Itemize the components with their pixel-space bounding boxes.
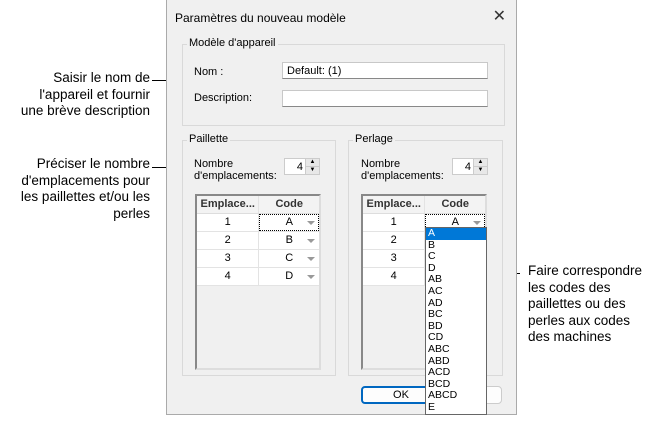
dropdown-option[interactable]: BC [426,309,486,321]
annotation-line: l'appareil et fournir [39,86,150,102]
spin-up-icon[interactable]: ▲ [474,159,487,167]
code-cell[interactable]: D [259,268,319,285]
spin-down-icon[interactable]: ▼ [306,167,319,175]
dropdown-option[interactable]: ACD [426,367,486,379]
slot-cell: 1 [363,214,426,231]
sequin-count-label: Nombre d'emplacements: [194,158,277,182]
chevron-down-icon[interactable] [307,275,315,279]
description-input[interactable] [282,90,488,107]
sequin-code-grid: Emplace... Code 1A 2B 3C 4D [195,194,321,370]
code-value: A [285,216,293,228]
dropdown-option[interactable]: ABCD [426,390,486,402]
slot-cell: 2 [197,232,260,249]
code-cell[interactable]: B [259,232,319,249]
new-model-dialog: Paramètres du nouveau modèle ✕ Modèle d'… [166,0,517,415]
chevron-down-icon[interactable] [307,239,315,243]
table-row: 4D [197,268,319,286]
dropdown-option[interactable]: AC [426,285,486,298]
slot-cell: 1 [197,214,260,231]
annotation-line: paillettes ou des [528,296,626,311]
slot-cell: 4 [363,268,426,285]
annotation-line: les codes des [528,279,611,295]
dialog-title: Paramètres du nouveau modèle [175,11,346,25]
stepper-value: 4 [464,161,471,173]
annotation-line: une brève description [20,103,150,118]
dropdown-option[interactable]: A [426,227,486,240]
sequin-group-label: Paillette [187,133,231,145]
code-cell[interactable]: A [259,214,319,231]
sequin-count-stepper[interactable]: 4 ▲ ▼ [284,158,320,175]
annotation-name-description: Saisir le nom de l'appareil et fournir u… [0,70,150,120]
spin-up-icon[interactable]: ▲ [306,159,319,167]
annotation-line: Faire correspondre [528,263,643,278]
spin-down-icon[interactable]: ▼ [474,167,487,175]
table-row: 2B [197,232,319,250]
label-line: d'emplacements: [361,170,444,182]
code-dropdown-list[interactable]: A B C D AB AC AD BC BD CD ABC ABD ACD BCD ABCD E [425,227,487,415]
slot-cell: 2 [363,232,426,249]
bead-count-stepper[interactable]: 4 ▲ ▼ [452,158,488,175]
slot-cell: 4 [197,268,260,285]
grid-header: Emplace... Code [363,196,485,214]
code-value: B [285,234,293,246]
dropdown-option[interactable]: E [426,401,486,414]
slot-cell: 3 [197,250,260,267]
bead-count-label: Nombre d'emplacements: [361,158,444,182]
header-slot[interactable]: Emplace... [363,196,426,213]
code-value: D [285,270,294,282]
label-line: Nombre [361,158,401,170]
code-cell[interactable]: C [259,250,319,267]
annotation-line: les paillettes et/ou les [20,189,150,204]
annotation-line: perles [113,205,150,221]
model-group-label: Modèle d'appareil [187,37,278,49]
name-input[interactable]: Default: (1) [282,62,488,79]
header-code[interactable]: Code [259,196,319,213]
header-slot[interactable]: Emplace... [197,196,260,213]
chevron-down-icon[interactable] [473,221,481,225]
annotation-line: Saisir le nom de [53,70,150,85]
bead-group-label: Perlage [353,133,395,145]
annotation-line: des machines [528,329,612,344]
name-label: Nom : [194,66,224,78]
code-value: C [285,252,294,264]
label-line: d'emplacements: [194,170,277,182]
table-row: 3C [197,250,319,268]
table-row: 1A [197,214,319,232]
label-line: Nombre [194,158,234,170]
header-code[interactable]: Code [425,196,485,213]
chevron-down-icon[interactable] [307,257,315,261]
chevron-down-icon[interactable] [307,221,315,225]
dropdown-option[interactable]: ABC [426,343,486,356]
close-icon[interactable]: ✕ [493,6,506,26]
annotation-slot-count: Préciser le nombre d'emplacements pour l… [0,156,150,222]
annotation-line: d'emplacements pour [21,172,150,188]
model-group: Modèle d'appareil [182,37,505,126]
slot-cell: 3 [363,250,426,267]
annotation-line: perles aux codes [528,312,631,328]
description-label: Description: [194,92,253,104]
annotation-line: Préciser le nombre [36,156,150,171]
grid-header: Emplace... Code [197,196,319,214]
annotation-codes: Faire correspondre les codes des paillet… [528,263,660,346]
stepper-value: 4 [296,161,303,173]
